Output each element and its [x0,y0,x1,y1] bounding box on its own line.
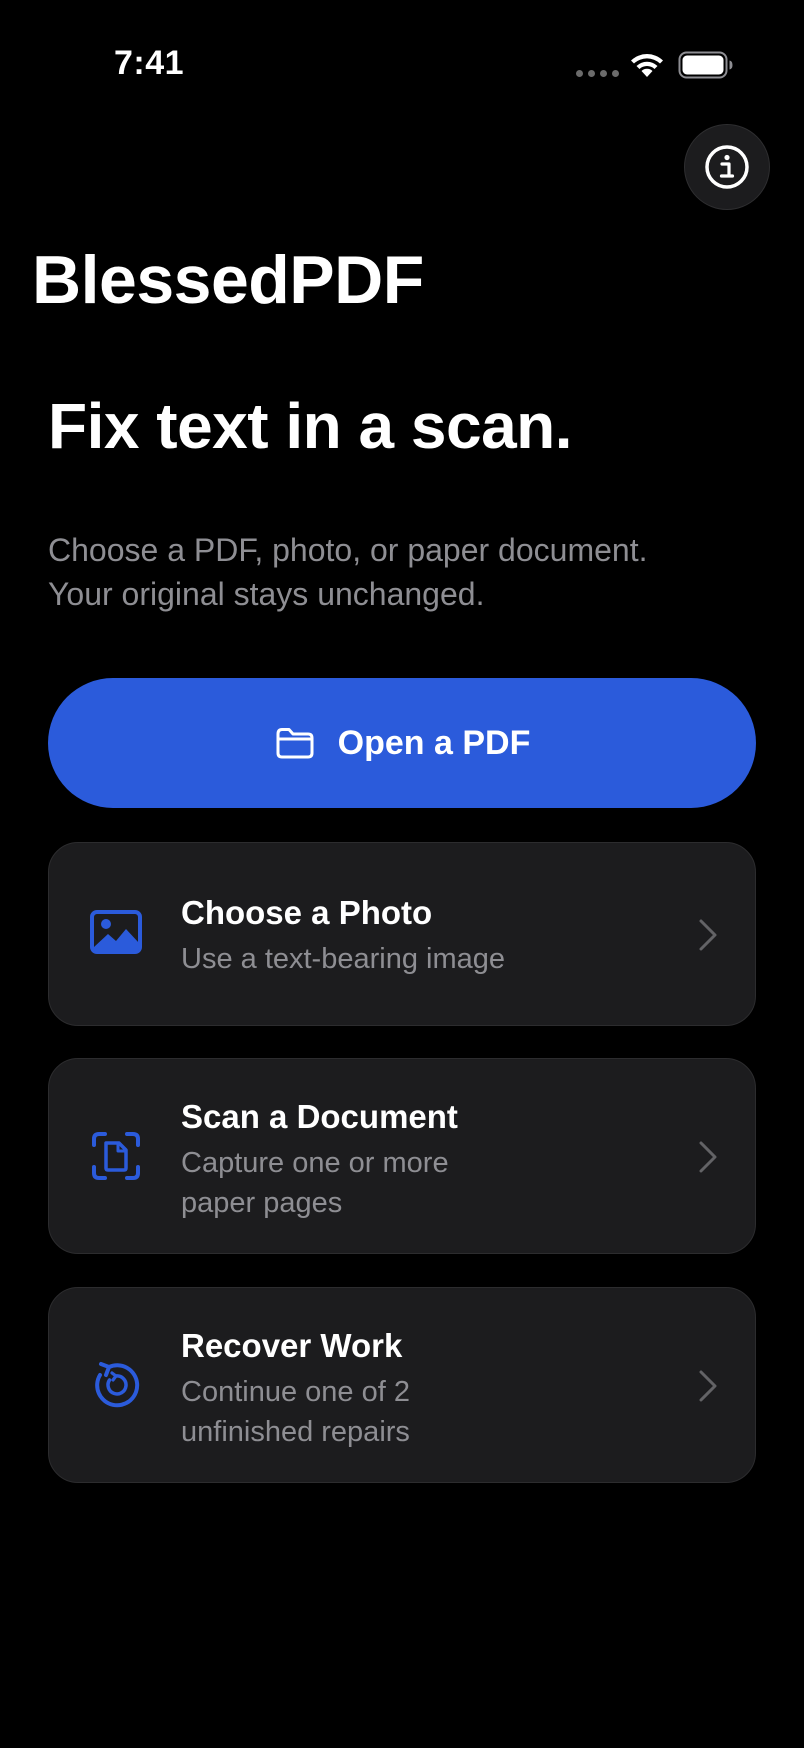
headline: Fix text in a scan. [48,390,573,462]
card-title: Choose a Photo [181,894,433,931]
recover-icon [95,1362,140,1408]
choose-photo-card[interactable]: Choose a Photo Use a text-bearing image [48,842,756,1026]
open-pdf-label: Open a PDF [337,723,531,762]
wifi-icon [631,54,663,77]
card-description: Continue one of 2 unfinished repairs [181,1372,410,1452]
scan-document-card[interactable]: Scan a Document Capture one or more pape… [48,1058,756,1254]
card-description-line: Capture one or more [181,1147,449,1179]
info-circle-icon [705,145,749,189]
card-description: Use a text-bearing image [181,939,505,979]
battery-icon [678,51,733,79]
status-time: 7:41 [114,44,185,82]
app-title: BlessedPDF [32,242,424,318]
folder-icon [276,728,314,759]
subtext-line: Your original stays unchanged. [48,576,485,612]
chevron-right-icon [699,919,717,951]
card-description-line: Use a text-bearing image [181,943,505,975]
card-description: Capture one or more paper pages [181,1143,458,1223]
subtext-line: Choose a PDF, photo, or paper document. [48,532,648,568]
card-title: Scan a Document [181,1098,458,1135]
card-description-line: unfinished repairs [181,1416,410,1448]
info-button[interactable] [684,124,770,210]
card-title: Recover Work [181,1327,403,1364]
photo-icon [90,910,142,954]
status-bar: 7:41 [0,0,804,130]
chevron-right-icon [699,1370,717,1402]
cellular-signal-icon [576,70,619,77]
document-scan-icon [92,1132,140,1180]
open-pdf-button[interactable]: Open a PDF [48,678,756,808]
recover-work-card[interactable]: Recover Work Continue one of 2 unfinishe… [48,1287,756,1483]
card-description-line: Continue one of 2 [181,1376,410,1408]
chevron-right-icon [699,1141,717,1173]
subtext: Choose a PDF, photo, or paper document. … [48,528,768,616]
card-description-line: paper pages [181,1187,343,1219]
